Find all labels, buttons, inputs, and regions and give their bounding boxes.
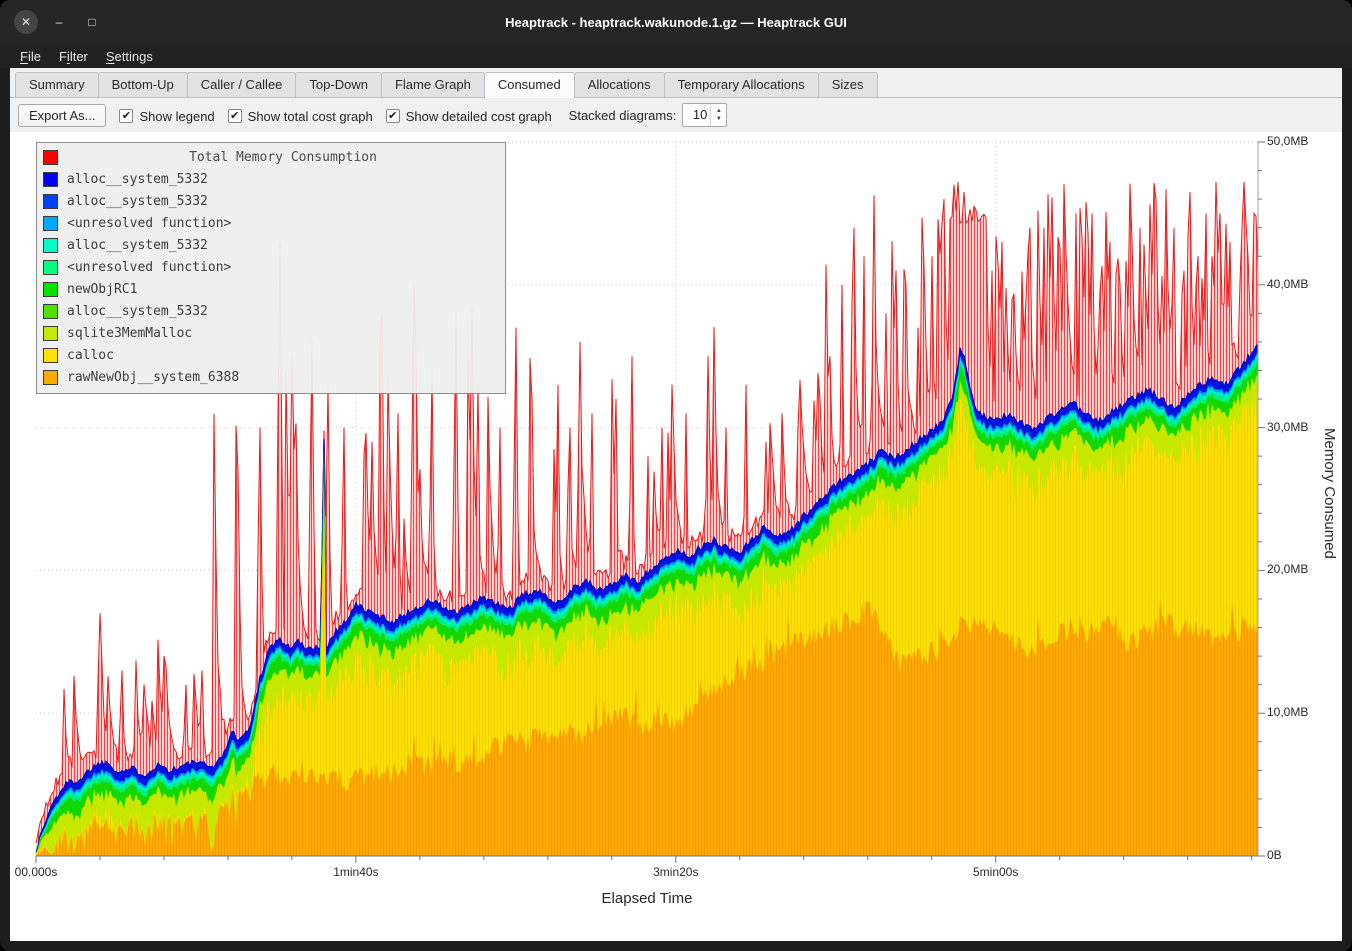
legend-item: <unresolved function> bbox=[43, 212, 499, 234]
legend-item: alloc__system_5332 bbox=[43, 300, 499, 322]
legend-item-label: calloc bbox=[67, 348, 114, 363]
checkbox-label: Show total cost graph bbox=[248, 109, 373, 124]
tab-summary[interactable]: Summary bbox=[15, 72, 99, 97]
close-button[interactable]: ✕ bbox=[14, 10, 38, 34]
legend-item-label: alloc__system_5332 bbox=[67, 194, 208, 209]
legend-swatch bbox=[43, 216, 58, 231]
window-title: Heaptrack - heaptrack.wakunode.1.gz — He… bbox=[0, 15, 1352, 30]
y-axis-title: Memory Consumed bbox=[1321, 428, 1338, 559]
legend-item: alloc__system_5332 bbox=[43, 168, 499, 190]
x-tick-1min40s: 1min40s bbox=[333, 865, 378, 879]
window-controls: ✕ – □ bbox=[14, 0, 104, 44]
legend-item-label: alloc__system_5332 bbox=[67, 238, 208, 253]
tab-allocations[interactable]: Allocations bbox=[574, 72, 665, 97]
spin-up-icon[interactable]: ▲ bbox=[716, 107, 722, 115]
maximize-button[interactable]: □ bbox=[80, 10, 104, 34]
checkbox-show-detailed-cost-graph[interactable]: ✔ Show detailed cost graph bbox=[386, 109, 552, 124]
tab-top-down[interactable]: Top-Down bbox=[295, 72, 382, 97]
y-tick-0b: 0B bbox=[1267, 848, 1282, 862]
legend-swatch bbox=[43, 238, 58, 253]
checkbox-label: Show detailed cost graph bbox=[406, 109, 552, 124]
tab-bar: SummaryBottom-UpCaller / CalleeTop-DownF… bbox=[10, 68, 1342, 98]
spinbox-arrows: ▲ ▼ bbox=[710, 104, 726, 126]
legend-swatch bbox=[43, 326, 58, 341]
menu-filter[interactable]: Filter bbox=[51, 46, 96, 67]
y-tick-50-0mb: 50,0MB bbox=[1267, 134, 1308, 148]
chart-panel: Total Memory Consumption alloc__system_53… bbox=[10, 132, 1342, 941]
tab-consumed[interactable]: Consumed bbox=[484, 72, 575, 98]
y-tick-10-0mb: 10,0MB bbox=[1267, 705, 1308, 719]
toolbar-checkboxes: ✔ Show legend ✔ Show total cost graph ✔ Show … bbox=[106, 106, 551, 124]
stacked-diagrams-spinbox[interactable]: 10 ▲ ▼ bbox=[682, 103, 727, 127]
legend-item-label: rawNewObj__system_6388 bbox=[67, 370, 239, 385]
legend-item-label: sqlite3MemMalloc bbox=[67, 326, 192, 341]
y-tick-40-0mb: 40,0MB bbox=[1267, 277, 1308, 291]
toolbar: Export As... ✔ Show legend ✔ Show total cos… bbox=[10, 98, 1342, 132]
legend-swatch bbox=[43, 370, 58, 385]
legend-swatch bbox=[43, 282, 58, 297]
heaptrack-window: ✕ – □ Heaptrack - heaptrack.wakunode.1.g… bbox=[0, 0, 1352, 951]
menu-file[interactable]: File bbox=[12, 46, 49, 67]
legend-swatch bbox=[43, 260, 58, 275]
minimize-button[interactable]: – bbox=[47, 10, 71, 34]
checkbox-show-legend[interactable]: ✔ Show legend bbox=[119, 109, 214, 124]
x-tick-3min20s: 3min20s bbox=[653, 865, 698, 879]
legend-item-label: alloc__system_5332 bbox=[67, 304, 208, 319]
checkbox-label: Show legend bbox=[139, 109, 214, 124]
legend-item: sqlite3MemMalloc bbox=[43, 322, 499, 344]
tab-caller-callee[interactable]: Caller / Callee bbox=[187, 72, 297, 97]
chart-legend: Total Memory Consumption alloc__system_53… bbox=[36, 142, 506, 394]
export-as-button[interactable]: Export As... bbox=[18, 104, 106, 127]
checkbox-show-total-cost-graph[interactable]: ✔ Show total cost graph bbox=[228, 109, 373, 124]
legend-item: rawNewObj__system_6388 bbox=[43, 366, 499, 388]
checkbox-box: ✔ bbox=[386, 109, 400, 123]
legend-item: calloc bbox=[43, 344, 499, 366]
window-content: SummaryBottom-UpCaller / CalleeTop-DownF… bbox=[10, 68, 1342, 941]
checkbox-box: ✔ bbox=[228, 109, 242, 123]
menu-settings[interactable]: Settings bbox=[98, 46, 161, 67]
legend-item: <unresolved function> bbox=[43, 256, 499, 278]
x-tick-00-000s: 00.000s bbox=[15, 865, 58, 879]
legend-swatch bbox=[43, 172, 58, 187]
spinbox-value: 10 bbox=[683, 104, 710, 126]
legend-item: newObjRC1 bbox=[43, 278, 499, 300]
legend-item: alloc__system_5332 bbox=[43, 234, 499, 256]
legend-item: alloc__system_5332 bbox=[43, 190, 499, 212]
menu-bar: FileFilterSettings bbox=[0, 44, 1352, 68]
legend-title-row: Total Memory Consumption bbox=[43, 146, 499, 168]
checkbox-box: ✔ bbox=[119, 109, 133, 123]
legend-item-label: <unresolved function> bbox=[67, 260, 231, 275]
stacked-diagrams-label: Stacked diagrams: bbox=[569, 108, 677, 123]
tab-temporary-allocations[interactable]: Temporary Allocations bbox=[664, 72, 819, 97]
x-tick-5min00s: 5min00s bbox=[973, 865, 1018, 879]
legend-title: Total Memory Consumption bbox=[67, 150, 499, 165]
legend-item-label: <unresolved function> bbox=[67, 216, 231, 231]
y-tick-30-0mb: 30,0MB bbox=[1267, 420, 1308, 434]
legend-item-label: alloc__system_5332 bbox=[67, 172, 208, 187]
legend-swatch bbox=[43, 304, 58, 319]
y-tick-20-0mb: 20,0MB bbox=[1267, 562, 1308, 576]
tab-sizes[interactable]: Sizes bbox=[818, 72, 878, 97]
tab-flame-graph[interactable]: Flame Graph bbox=[381, 72, 485, 97]
legend-swatch bbox=[43, 348, 58, 363]
spin-down-icon[interactable]: ▼ bbox=[716, 115, 722, 123]
titlebar: ✕ – □ Heaptrack - heaptrack.wakunode.1.g… bbox=[0, 0, 1352, 44]
legend-swatch bbox=[43, 194, 58, 209]
tab-bottom-up[interactable]: Bottom-Up bbox=[98, 72, 188, 97]
legend-swatch bbox=[43, 150, 58, 165]
x-axis-title: Elapsed Time bbox=[602, 890, 693, 907]
legend-item-label: newObjRC1 bbox=[67, 282, 137, 297]
